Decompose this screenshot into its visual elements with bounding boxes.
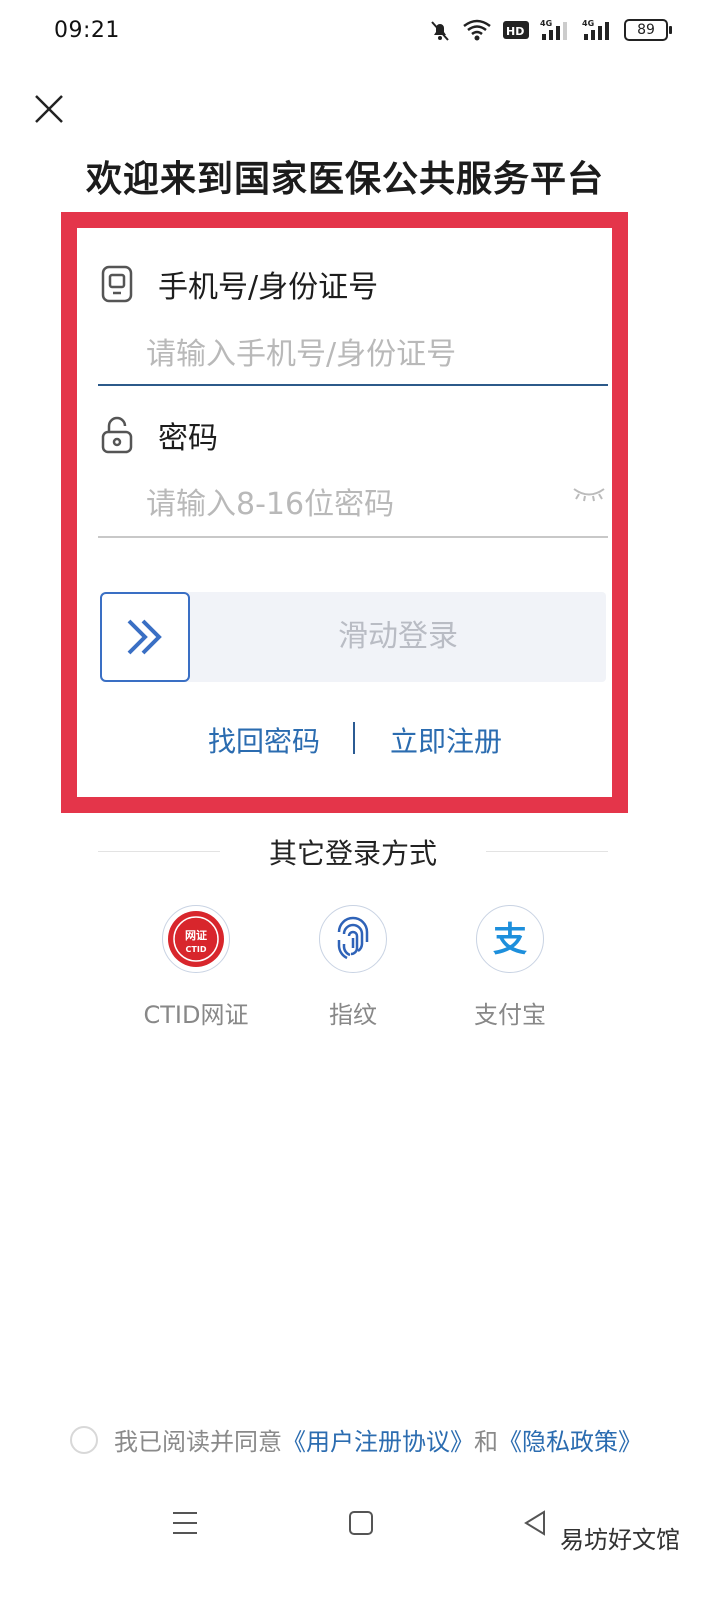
alipay-login-label: 支付宝: [474, 1001, 546, 1029]
link-divider: [353, 722, 355, 754]
back-nav-button[interactable]: [522, 1509, 548, 1541]
fingerprint-icon: [319, 905, 387, 973]
wifi-icon: [463, 19, 491, 41]
slide-login-handle[interactable]: [100, 592, 190, 682]
other-login-header: 其它登录方式: [98, 832, 608, 872]
svg-text:4G: 4G: [582, 19, 594, 28]
toggle-password-visibility[interactable]: [571, 484, 607, 504]
agreement-checkbox[interactable]: [70, 1425, 98, 1454]
eye-closed-icon: [573, 488, 605, 502]
privacy-policy-link[interactable]: 《隐私政策》: [498, 1422, 642, 1457]
home-square-icon: [349, 1511, 373, 1535]
status-icons: HD 4G 4G 89: [428, 18, 672, 42]
password-input[interactable]: [98, 472, 558, 536]
fingerprint-login-label: 指纹: [329, 1001, 377, 1029]
password-label: 密码: [158, 421, 218, 456]
password-underline: [98, 536, 608, 538]
close-button[interactable]: [28, 88, 70, 130]
signal-4g-icon: 4G: [540, 19, 567, 40]
account-underline: [98, 384, 608, 386]
user-agreement-link[interactable]: 《用户注册协议》: [282, 1422, 474, 1457]
password-label-row: 密码: [100, 413, 218, 457]
slide-login-label: 滑动登录: [338, 619, 458, 654]
other-login-title: 其它登录方式: [268, 837, 437, 870]
back-triangle-icon: [524, 1510, 545, 1536]
account-input[interactable]: [98, 322, 608, 386]
status-time: 09:21: [54, 18, 120, 43]
alipay-glyph: 支: [493, 920, 527, 960]
agreement-prefix: 我已阅读并同意: [114, 1428, 282, 1456]
home-nav-button[interactable]: [348, 1509, 374, 1541]
page-title: 欢迎来到国家医保公共服务平台: [85, 159, 604, 200]
agreement-and: 和: [474, 1428, 498, 1456]
hd-icon: HD: [503, 21, 529, 39]
account-label: 手机号/身份证号: [158, 270, 379, 305]
account-label-row: 手机号/身份证号: [100, 262, 378, 306]
ctid-badge-subtext: CTID: [186, 945, 207, 954]
agreement-row: 我已阅读并同意 《用户注册协议》 和 《隐私政策》: [70, 1422, 642, 1457]
lock-icon: [101, 416, 133, 454]
forgot-password-link[interactable]: 找回密码: [208, 720, 320, 760]
ctid-login-option[interactable]: 网证 CTID CTID网证: [126, 905, 266, 1030]
alipay-icon: 支: [476, 905, 544, 973]
svg-text:HD: HD: [506, 25, 524, 38]
double-chevron-right-icon: [127, 619, 162, 655]
register-link[interactable]: 立即注册: [390, 720, 502, 760]
watermark-text: 易坊好文馆: [560, 1526, 680, 1554]
menu-nav-button[interactable]: [172, 1509, 198, 1541]
battery-icon: 89: [624, 19, 672, 41]
fingerprint-login-option[interactable]: 指纹: [283, 905, 423, 1030]
status-bar: 09:21 HD 4G 4G 89: [0, 0, 720, 64]
menu-icon: [173, 1512, 197, 1534]
svg-text:4G: 4G: [540, 19, 552, 28]
close-icon: [35, 95, 63, 123]
signal-4g-icon: 4G: [582, 19, 609, 40]
ctid-login-label: CTID网证: [143, 1001, 249, 1029]
ctid-badge-text: 网证: [185, 929, 207, 942]
ctid-badge-icon: 网证 CTID: [162, 905, 230, 973]
alipay-login-option[interactable]: 支 支付宝: [440, 905, 580, 1030]
phone-icon: [101, 265, 133, 303]
mute-bell-icon: [431, 21, 449, 41]
